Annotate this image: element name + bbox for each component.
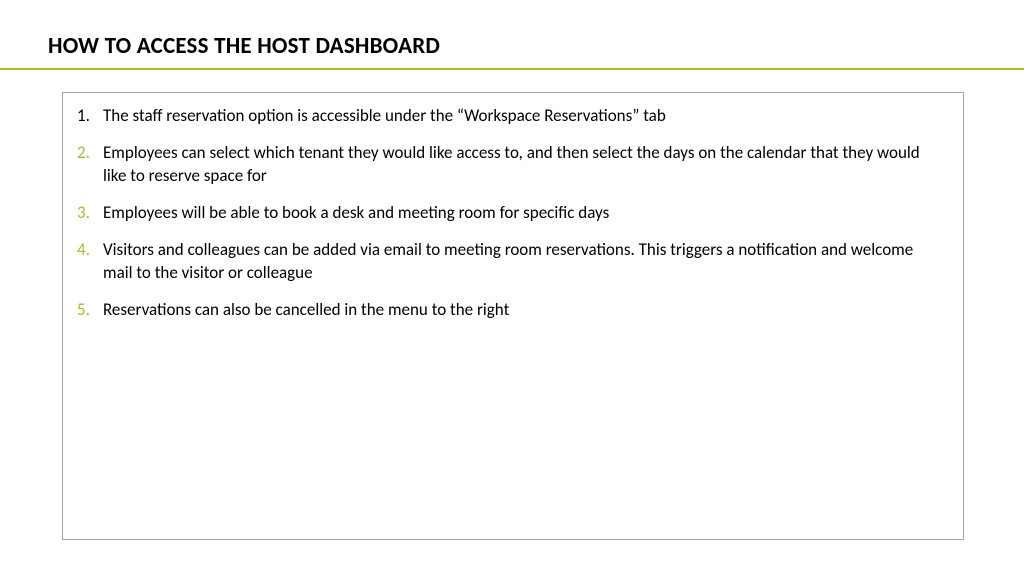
list-item: The staff reservation option is accessib… — [77, 105, 945, 128]
slide-title: HOW TO ACCESS THE HOST DASHBOARD — [0, 32, 1024, 68]
list-item-text: The staff reservation option is accessib… — [103, 105, 945, 128]
list-item-text: Employees can select which tenant they w… — [103, 142, 945, 188]
list-item-text: Reservations can also be cancelled in th… — [103, 299, 945, 322]
instruction-list: The staff reservation option is accessib… — [77, 105, 945, 322]
list-item: Employees can select which tenant they w… — [77, 142, 945, 188]
slide: HOW TO ACCESS THE HOST DASHBOARD The sta… — [0, 0, 1024, 576]
title-divider — [0, 68, 1024, 70]
list-item: Visitors and colleagues can be added via… — [77, 239, 945, 285]
list-item-text: Employees will be able to book a desk an… — [103, 202, 945, 225]
list-item: Reservations can also be cancelled in th… — [77, 299, 945, 322]
list-item: Employees will be able to book a desk an… — [77, 202, 945, 225]
content-panel: The staff reservation option is accessib… — [62, 92, 964, 540]
list-item-text: Visitors and colleagues can be added via… — [103, 239, 945, 285]
